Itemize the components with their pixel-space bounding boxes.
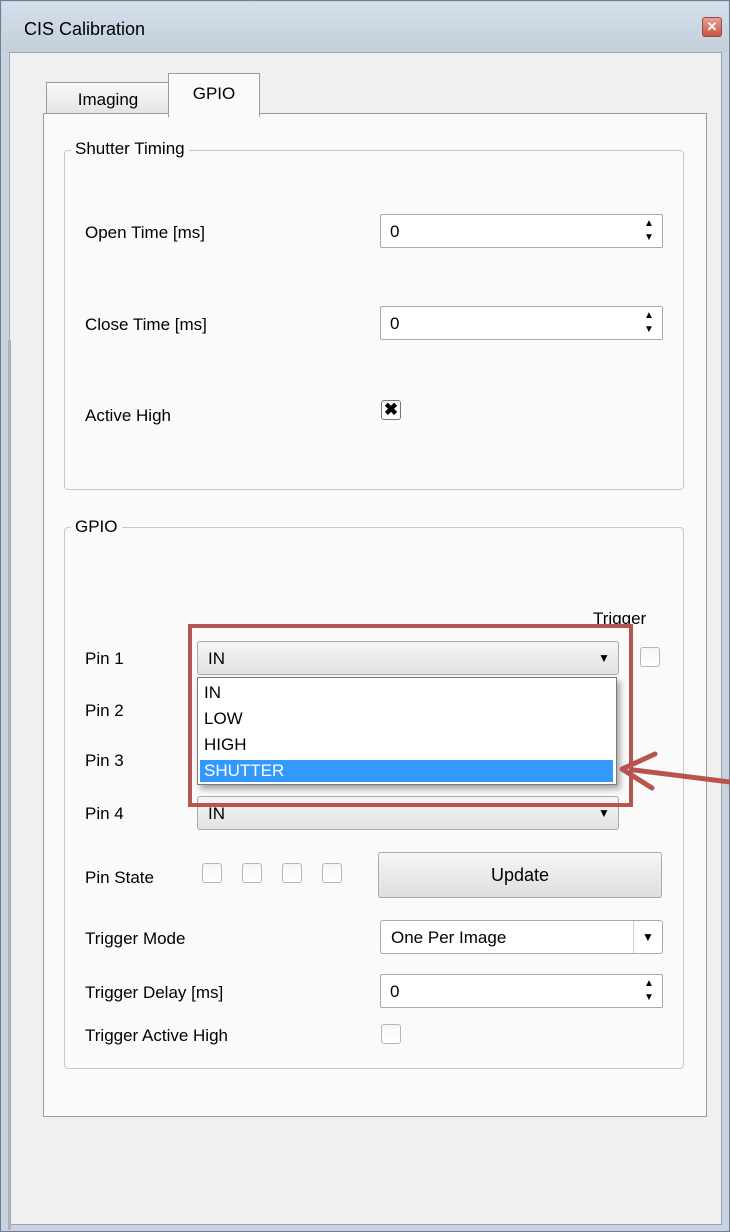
dropdown-option-low[interactable]: LOW: [200, 708, 613, 730]
window-title: CIS Calibration: [24, 19, 146, 39]
close-button[interactable]: ✕: [702, 17, 722, 37]
window-edge-divider: [8, 340, 11, 1230]
active-high-checkbox[interactable]: ✖: [381, 400, 401, 420]
spin-down-icon[interactable]: ▼: [638, 991, 660, 1005]
chevron-down-icon[interactable]: ▼: [633, 921, 662, 953]
pin-4-combo[interactable]: IN ▼: [197, 796, 619, 830]
pin-1-value: IN: [208, 649, 225, 668]
checkmark-icon: ✖: [383, 400, 399, 419]
tab-gpio[interactable]: GPIO: [168, 73, 260, 117]
pin-2-label: Pin 2: [85, 701, 124, 720]
pin-1-combo[interactable]: IN ▼: [197, 641, 619, 675]
trigger-delay-value: 0: [390, 982, 400, 1001]
dropdown-option-high[interactable]: HIGH: [200, 734, 613, 756]
close-icon: ✕: [706, 19, 718, 34]
pin-4-label: Pin 4: [85, 804, 124, 823]
trigger-active-high-checkbox[interactable]: [381, 1024, 401, 1044]
trigger-mode-value: One Per Image: [391, 928, 507, 947]
shutter-timing-title: Shutter Timing: [71, 139, 189, 159]
gpio-group-title: GPIO: [71, 517, 122, 537]
open-time-value: 0: [390, 222, 400, 241]
open-time-spinbox[interactable]: 0 ▲ ▼: [380, 214, 663, 248]
pin-1-label: Pin 1: [85, 649, 124, 668]
trigger-delay-label: Trigger Delay [ms]: [85, 983, 224, 1002]
spin-buttons[interactable]: ▲ ▼: [638, 977, 660, 1005]
tab-imaging[interactable]: Imaging: [46, 82, 170, 116]
pin-state-indicator-4: [322, 863, 342, 883]
pin-1-trigger-checkbox[interactable]: [640, 647, 660, 667]
pin-1-dropdown-list[interactable]: IN LOW HIGH SHUTTER: [197, 677, 617, 785]
spin-up-icon[interactable]: ▲: [638, 977, 660, 991]
trigger-column-header: Trigger: [593, 609, 647, 628]
close-time-label: Close Time [ms]: [85, 315, 207, 334]
spin-buttons[interactable]: ▲ ▼: [638, 309, 660, 337]
spin-up-icon[interactable]: ▲: [638, 309, 660, 323]
active-high-label: Active High: [85, 406, 171, 425]
trigger-active-high-label: Trigger Active High: [85, 1026, 228, 1045]
dropdown-option-in[interactable]: IN: [200, 682, 613, 704]
pin-state-indicator-1: [202, 863, 222, 883]
chevron-down-icon[interactable]: ▼: [590, 797, 618, 829]
trigger-delay-spinbox[interactable]: 0 ▲ ▼: [380, 974, 663, 1008]
spin-down-icon[interactable]: ▼: [638, 231, 660, 245]
trigger-mode-label: Trigger Mode: [85, 929, 186, 948]
chevron-down-icon[interactable]: ▼: [590, 642, 618, 674]
title-bar[interactable]: CIS Calibration ✕: [2, 2, 728, 52]
close-time-value: 0: [390, 314, 400, 333]
trigger-mode-combo[interactable]: One Per Image ▼: [380, 920, 663, 954]
spin-down-icon[interactable]: ▼: [638, 323, 660, 337]
pin-state-indicator-3: [282, 863, 302, 883]
spin-buttons[interactable]: ▲ ▼: [638, 217, 660, 245]
pin-4-value: IN: [208, 804, 225, 823]
open-time-label: Open Time [ms]: [85, 223, 205, 242]
pin-state-indicator-2: [242, 863, 262, 883]
dropdown-option-shutter[interactable]: SHUTTER: [200, 760, 613, 782]
close-time-spinbox[interactable]: 0 ▲ ▼: [380, 306, 663, 340]
spin-up-icon[interactable]: ▲: [638, 217, 660, 231]
pin-state-label: Pin State: [85, 868, 154, 887]
update-button[interactable]: Update: [378, 852, 662, 898]
pin-3-label: Pin 3: [85, 751, 124, 770]
